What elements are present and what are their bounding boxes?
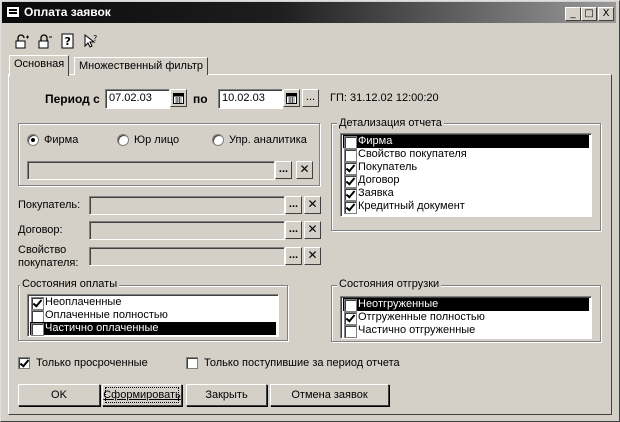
overdue-only-label: Только просроченные <box>36 357 148 369</box>
svg-text:?: ? <box>65 35 71 48</box>
list-item[interactable]: Свойство покупателя <box>343 148 589 162</box>
window-title: Оплата заявок <box>24 5 111 19</box>
received-only-checkbox[interactable] <box>186 357 198 369</box>
list-item-checkbox[interactable] <box>31 323 44 336</box>
contract-clear-button[interactable]: ✕ <box>304 221 321 239</box>
radio-legal-entity[interactable] <box>117 134 129 146</box>
buyer-label: Покупатель: <box>18 199 81 211</box>
list-item[interactable]: Отгруженные полностью <box>343 311 589 325</box>
list-item[interactable]: Частично оплаченные <box>30 322 276 336</box>
list-item[interactable]: Оплаченные полностью <box>30 309 276 323</box>
list-item-checkbox[interactable] <box>344 201 357 214</box>
title-bar: Оплата заявок _ □ X <box>2 2 616 23</box>
calendar-from-button[interactable] <box>170 89 187 107</box>
radio-legal-entity-label: Юр лицо <box>134 134 180 146</box>
list-item[interactable]: Заявка <box>343 187 589 201</box>
cancel-orders-button[interactable]: Отмена заявок <box>270 384 389 406</box>
radio-management-analytics[interactable] <box>212 134 224 146</box>
list-item[interactable]: Частично отгруженные <box>343 324 589 338</box>
property-field[interactable] <box>89 247 285 266</box>
tab-multi-filter-label: Множественный фильтр <box>79 60 203 72</box>
entity-clear-button[interactable]: ✕ <box>296 161 313 179</box>
contract-field[interactable] <box>89 221 285 240</box>
property-clear-button[interactable]: ✕ <box>304 247 321 265</box>
gp-timestamp: ГП: 31.12.02 12:00:20 <box>330 92 439 104</box>
period-label: Период с <box>45 92 100 106</box>
shipping-state-title: Состояния отгрузки <box>337 278 442 290</box>
detail-group-title: Детализация отчета <box>337 117 444 129</box>
list-item[interactable]: Покупатель <box>343 161 589 175</box>
entity-value-field[interactable] <box>27 161 275 180</box>
app-icon <box>6 6 20 18</box>
received-only-label: Только поступившие за период отчета <box>204 357 400 369</box>
calendar-to-button[interactable] <box>283 89 300 107</box>
property-select-button[interactable]: ... <box>285 247 302 265</box>
period-from-input[interactable]: 07.02.03 <box>105 89 170 109</box>
shipping-state-list[interactable]: Неотгруженные Отгруженные полностью Част… <box>340 296 592 339</box>
ok-button[interactable]: OK <box>18 384 100 406</box>
minimize-button[interactable]: _ <box>565 7 581 21</box>
buyer-field[interactable] <box>89 196 285 215</box>
tab-main[interactable]: Основная <box>9 55 70 76</box>
radio-firm-label: Фирма <box>44 134 79 146</box>
overdue-only-checkbox[interactable] <box>18 357 30 369</box>
contract-label: Договор: <box>18 224 63 236</box>
radio-firm[interactable] <box>27 134 39 146</box>
detail-list[interactable]: Фирма Свойство покупателя Покупатель Дог… <box>340 133 592 217</box>
list-item[interactable]: Кредитный документ <box>343 200 589 214</box>
contract-select-button[interactable]: ... <box>285 221 302 239</box>
help-icon[interactable]: ? <box>60 33 76 49</box>
whats-this-icon[interactable]: ? <box>83 33 99 49</box>
lock-closed-icon[interactable] <box>37 33 53 49</box>
close-window-button[interactable]: X <box>598 7 614 21</box>
entity-select-button[interactable]: ... <box>275 161 292 179</box>
svg-text:?: ? <box>93 34 97 43</box>
tab-multi-filter[interactable]: Множественный фильтр <box>74 57 208 75</box>
list-item[interactable]: Неоплаченные <box>30 296 276 310</box>
radio-management-analytics-label: Упр. аналитика <box>229 134 307 146</box>
tab-main-label: Основная <box>14 58 65 70</box>
list-item[interactable]: Неотгруженные <box>343 298 589 312</box>
buyer-clear-button[interactable]: ✕ <box>304 196 321 214</box>
close-button[interactable]: Закрыть <box>186 384 267 406</box>
buyer-select-button[interactable]: ... <box>285 196 302 214</box>
period-to-input[interactable]: 10.02.03 <box>218 89 283 109</box>
list-item[interactable]: Договор <box>343 174 589 188</box>
property-label-line2: покупателя: <box>18 257 79 269</box>
period-select-button[interactable]: ... <box>302 89 319 107</box>
period-to-label: по <box>193 92 208 106</box>
list-item[interactable]: Фирма <box>343 135 589 149</box>
build-report-button[interactable]: Сформировать <box>102 384 182 406</box>
maximize-button[interactable]: □ <box>581 7 597 21</box>
lock-open-icon[interactable] <box>14 33 30 49</box>
property-label-line1: Свойство <box>18 244 67 256</box>
payment-state-title: Состояния оплаты <box>20 278 120 290</box>
payment-state-list[interactable]: Неоплаченные Оплаченные полностью Частич… <box>27 294 279 337</box>
list-item-checkbox[interactable] <box>344 325 357 338</box>
